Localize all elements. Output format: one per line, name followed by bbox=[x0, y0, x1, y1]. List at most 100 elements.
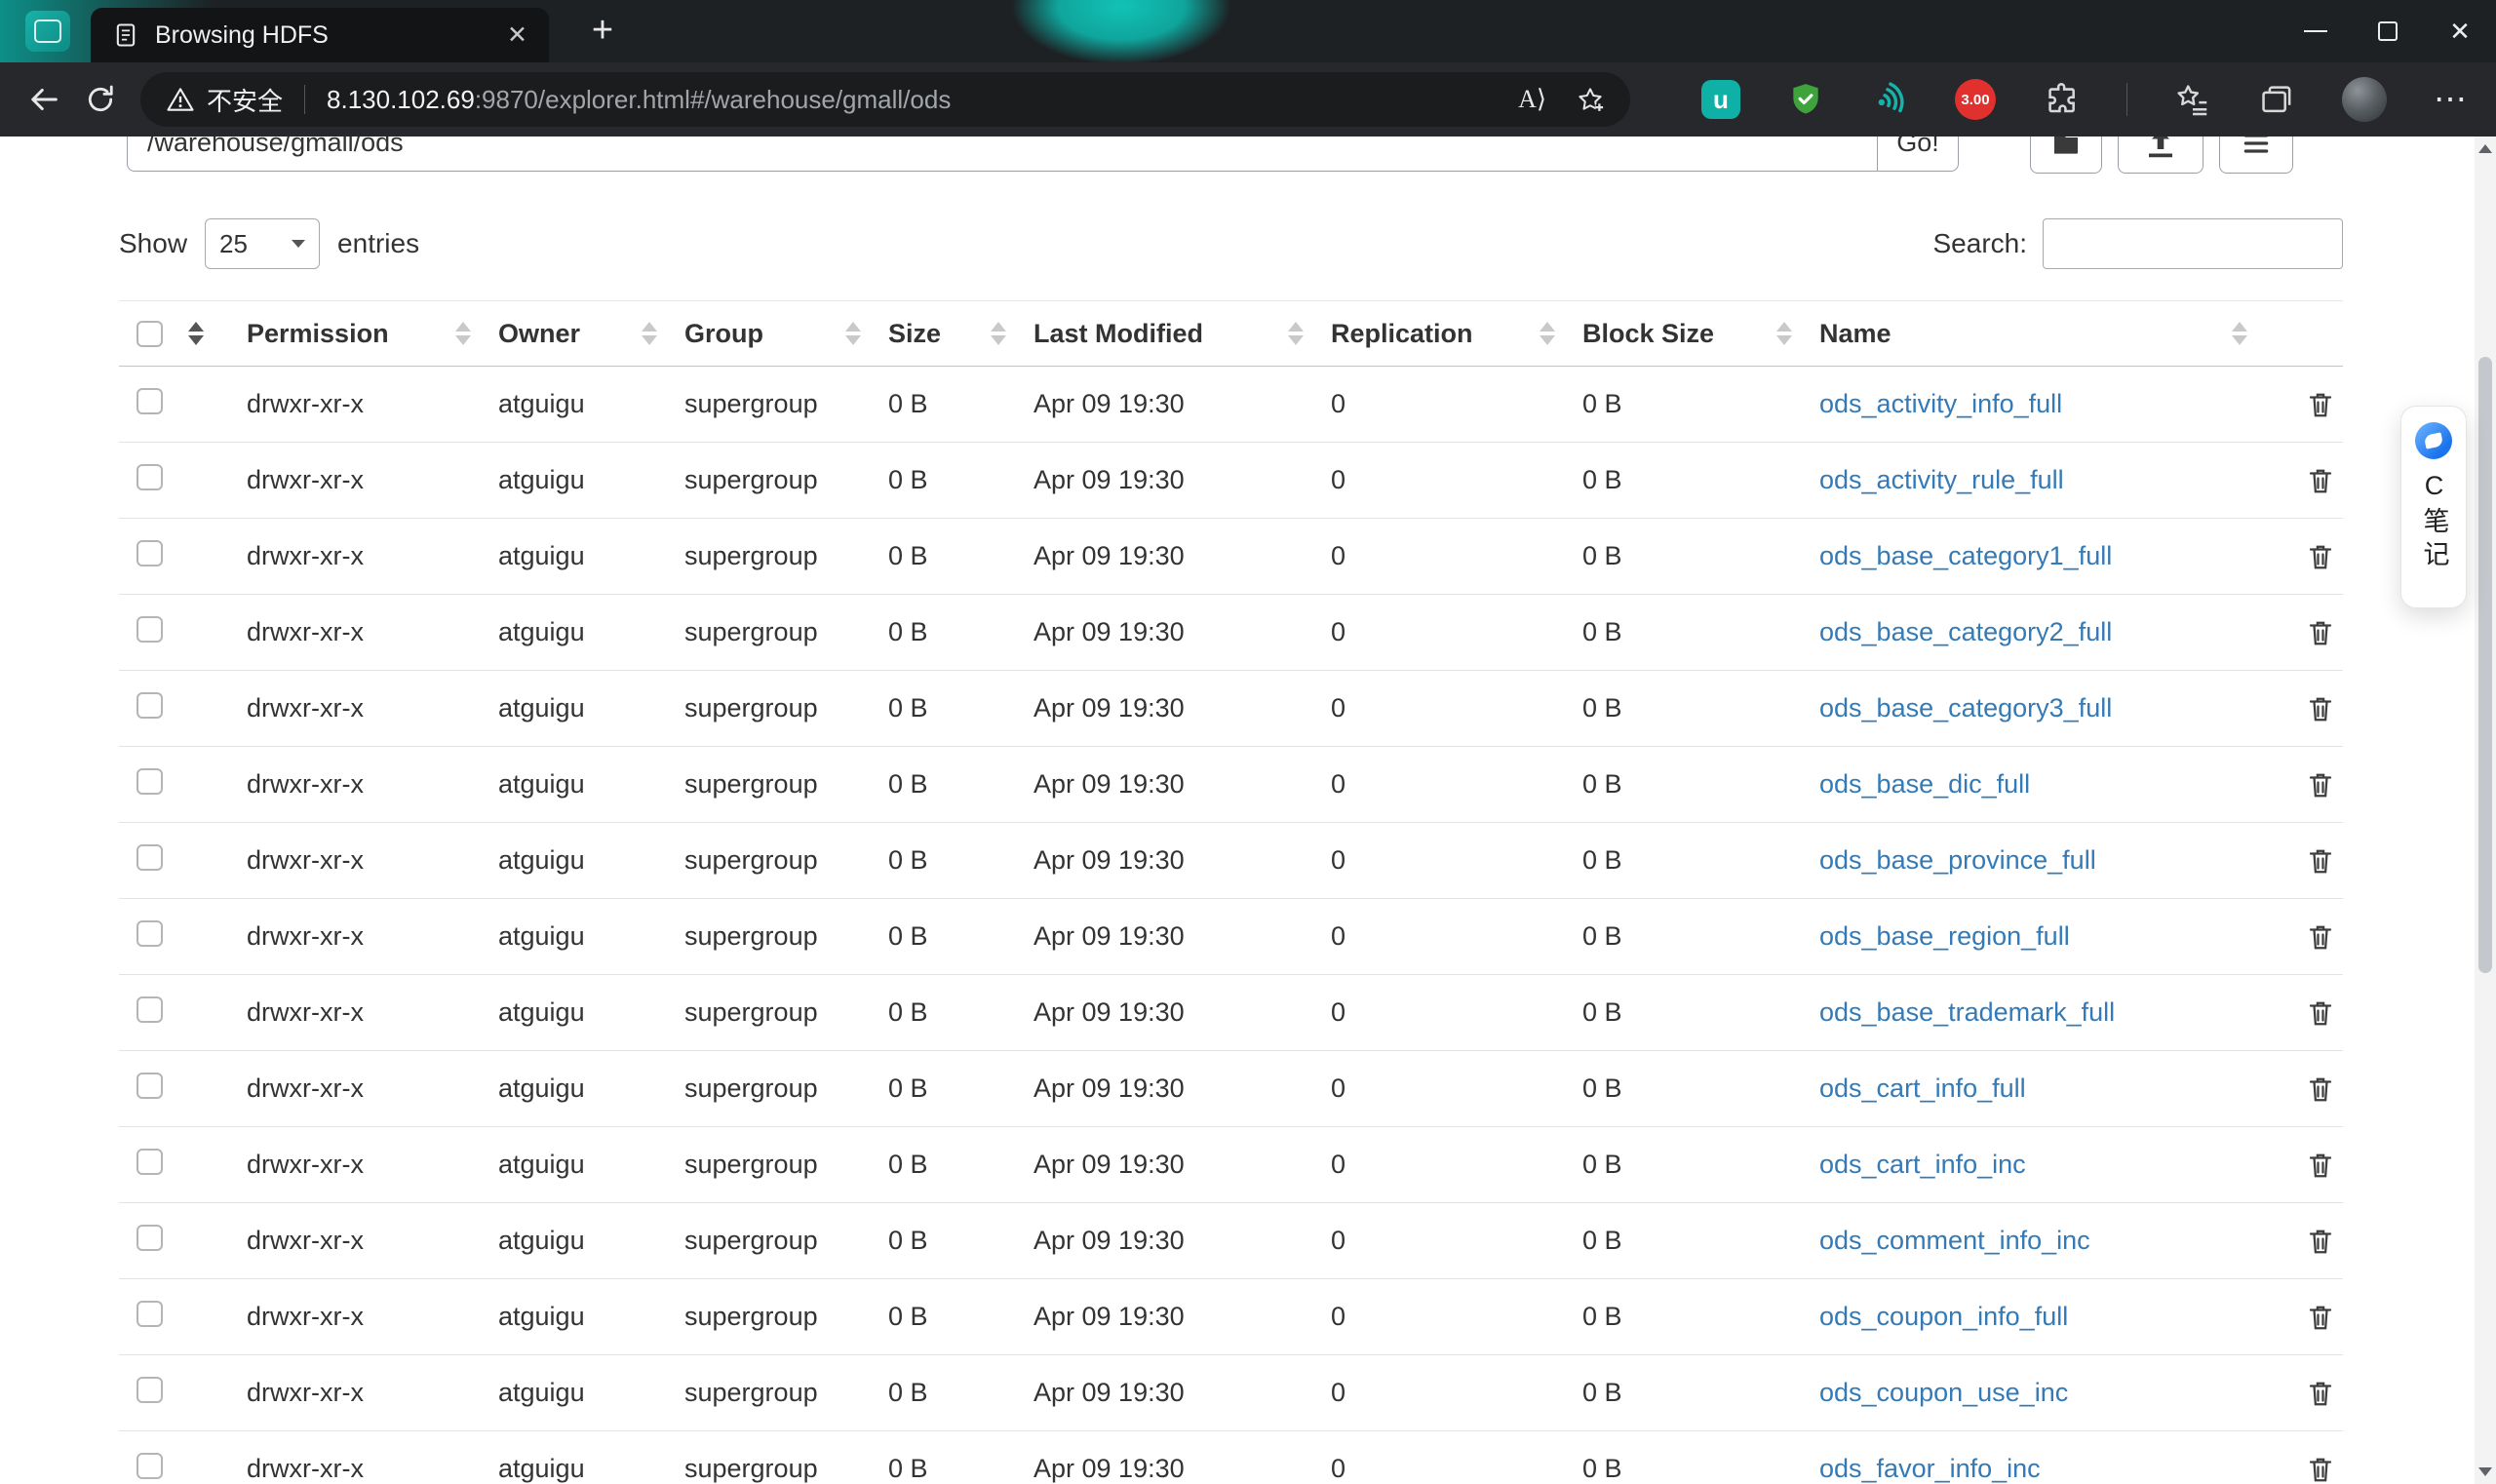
delete-button[interactable] bbox=[2306, 998, 2335, 1028]
group-value[interactable]: supergroup bbox=[684, 389, 818, 419]
permission-value[interactable]: drwxr-xr-x bbox=[247, 997, 364, 1028]
header-select-all[interactable] bbox=[119, 301, 247, 366]
file-link[interactable]: ods_base_region_full bbox=[1819, 921, 2070, 951]
row-checkbox[interactable] bbox=[136, 463, 163, 490]
permission-value[interactable]: drwxr-xr-x bbox=[247, 617, 364, 647]
file-link[interactable]: ods_coupon_use_inc bbox=[1819, 1378, 2068, 1407]
maximize-button[interactable] bbox=[2352, 0, 2424, 62]
tab-close-icon[interactable]: ✕ bbox=[507, 20, 527, 50]
permission-value[interactable]: drwxr-xr-x bbox=[247, 1302, 364, 1332]
owner-value[interactable]: atguigu bbox=[498, 465, 585, 495]
replication-value[interactable]: 0 bbox=[1331, 693, 1346, 723]
permission-value[interactable]: drwxr-xr-x bbox=[247, 541, 364, 571]
permission-value[interactable]: drwxr-xr-x bbox=[247, 845, 364, 876]
owner-value[interactable]: atguigu bbox=[498, 997, 585, 1028]
group-value[interactable]: supergroup bbox=[684, 997, 818, 1028]
refresh-icon[interactable] bbox=[78, 77, 123, 122]
permission-value[interactable]: drwxr-xr-x bbox=[247, 1226, 364, 1256]
row-checkbox[interactable] bbox=[136, 539, 163, 566]
owner-value[interactable]: atguigu bbox=[498, 1226, 585, 1256]
group-value[interactable]: supergroup bbox=[684, 465, 818, 495]
file-link[interactable]: ods_base_category1_full bbox=[1819, 541, 2112, 570]
header-group[interactable]: Group bbox=[684, 301, 888, 366]
back-icon[interactable] bbox=[21, 77, 66, 122]
scroll-up-icon[interactable] bbox=[2478, 144, 2492, 153]
file-link[interactable]: ods_activity_rule_full bbox=[1819, 465, 2064, 494]
group-value[interactable]: supergroup bbox=[684, 1074, 818, 1104]
replication-value[interactable]: 0 bbox=[1331, 769, 1346, 800]
address-bar[interactable]: 不安全 8.130.102.69 :9870/explorer.html#/wa… bbox=[140, 72, 1630, 127]
owner-value[interactable]: atguigu bbox=[498, 389, 585, 419]
delete-button[interactable] bbox=[2306, 1151, 2335, 1180]
owner-value[interactable]: atguigu bbox=[498, 1074, 585, 1104]
upload-files-button[interactable] bbox=[2118, 137, 2204, 174]
file-link[interactable]: ods_activity_info_full bbox=[1819, 389, 2062, 418]
group-value[interactable]: supergroup bbox=[684, 1454, 818, 1484]
group-value[interactable]: supergroup bbox=[684, 693, 818, 723]
header-permission[interactable]: Permission bbox=[247, 301, 498, 366]
paste-clipboard-button[interactable] bbox=[2219, 137, 2293, 174]
delete-button[interactable] bbox=[2306, 618, 2335, 647]
file-link[interactable]: ods_base_dic_full bbox=[1819, 769, 2030, 799]
owner-value[interactable]: atguigu bbox=[498, 617, 585, 647]
collections-icon[interactable] bbox=[2258, 81, 2295, 118]
group-value[interactable]: supergroup bbox=[684, 769, 818, 800]
replication-value[interactable]: 0 bbox=[1331, 921, 1346, 952]
header-size[interactable]: Size bbox=[888, 301, 1034, 366]
profile-avatar[interactable] bbox=[2342, 77, 2387, 122]
delete-button[interactable] bbox=[2306, 1303, 2335, 1332]
file-link[interactable]: ods_coupon_info_full bbox=[1819, 1302, 2068, 1331]
group-value[interactable]: supergroup bbox=[684, 845, 818, 876]
file-link[interactable]: ods_comment_info_inc bbox=[1819, 1226, 2090, 1255]
delete-button[interactable] bbox=[2306, 694, 2335, 723]
permission-value[interactable]: drwxr-xr-x bbox=[247, 1378, 364, 1408]
file-link[interactable]: ods_cart_info_inc bbox=[1819, 1150, 2026, 1179]
owner-value[interactable]: atguigu bbox=[498, 769, 585, 800]
sort-icon[interactable] bbox=[1540, 322, 1555, 345]
file-link[interactable]: ods_favor_info_inc bbox=[1819, 1454, 2041, 1483]
replication-value[interactable]: 0 bbox=[1331, 389, 1346, 419]
replication-value[interactable]: 0 bbox=[1331, 617, 1346, 647]
permission-value[interactable]: drwxr-xr-x bbox=[247, 389, 364, 419]
replication-value[interactable]: 0 bbox=[1331, 541, 1346, 571]
u-extension-icon[interactable]: u bbox=[1701, 80, 1740, 119]
row-checkbox[interactable] bbox=[136, 767, 163, 795]
sort-icon[interactable] bbox=[1776, 322, 1792, 345]
entries-select[interactable]: 25 bbox=[205, 218, 321, 269]
close-button[interactable]: ✕ bbox=[2424, 0, 2496, 62]
delete-button[interactable] bbox=[2306, 922, 2335, 952]
owner-value[interactable]: atguigu bbox=[498, 1454, 585, 1484]
permission-value[interactable]: drwxr-xr-x bbox=[247, 769, 364, 800]
row-checkbox[interactable] bbox=[136, 1148, 163, 1175]
permission-value[interactable]: drwxr-xr-x bbox=[247, 465, 364, 495]
row-checkbox[interactable] bbox=[136, 615, 163, 643]
scroll-down-icon[interactable] bbox=[2478, 1467, 2492, 1476]
replication-value[interactable]: 0 bbox=[1331, 1074, 1346, 1104]
header-replication[interactable]: Replication bbox=[1331, 301, 1582, 366]
delete-button[interactable] bbox=[2306, 846, 2335, 876]
header-owner[interactable]: Owner bbox=[498, 301, 684, 366]
settings-more-icon[interactable]: ⋯ bbox=[2434, 80, 2469, 119]
group-value[interactable]: supergroup bbox=[684, 1302, 818, 1332]
path-input[interactable] bbox=[127, 137, 1877, 172]
group-value[interactable]: supergroup bbox=[684, 921, 818, 952]
favorites-bar-icon[interactable] bbox=[2174, 81, 2211, 118]
replication-value[interactable]: 0 bbox=[1331, 1454, 1346, 1484]
note-widget[interactable]: C笔记 bbox=[2400, 406, 2467, 608]
row-checkbox[interactable] bbox=[136, 1072, 163, 1099]
delete-button[interactable] bbox=[2306, 1379, 2335, 1408]
owner-value[interactable]: atguigu bbox=[498, 1378, 585, 1408]
signal-extension-icon[interactable] bbox=[1871, 81, 1908, 118]
sort-icon[interactable] bbox=[1288, 322, 1304, 345]
group-value[interactable]: supergroup bbox=[684, 1378, 818, 1408]
owner-value[interactable]: atguigu bbox=[498, 693, 585, 723]
delete-button[interactable] bbox=[2306, 1455, 2335, 1484]
group-value[interactable]: supergroup bbox=[684, 541, 818, 571]
row-checkbox[interactable] bbox=[136, 1452, 163, 1479]
permission-value[interactable]: drwxr-xr-x bbox=[247, 693, 364, 723]
group-value[interactable]: supergroup bbox=[684, 617, 818, 647]
file-link[interactable]: ods_base_category2_full bbox=[1819, 617, 2112, 646]
replication-value[interactable]: 0 bbox=[1331, 1378, 1346, 1408]
delete-button[interactable] bbox=[2306, 390, 2335, 419]
minimize-button[interactable] bbox=[2280, 0, 2352, 62]
